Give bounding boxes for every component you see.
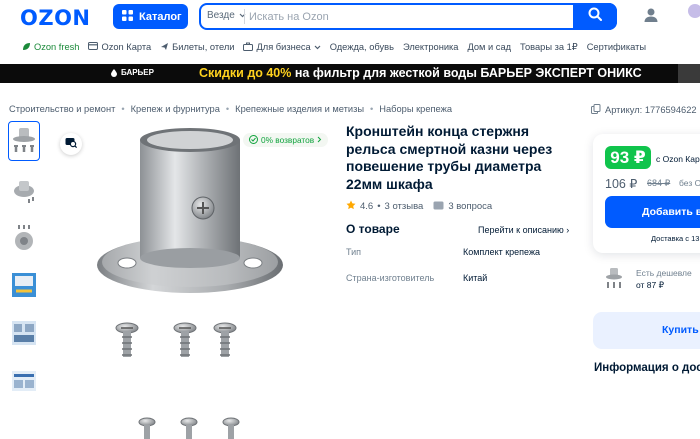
nav-item-clothes[interactable]: Одежда, обувь	[330, 39, 394, 55]
breadcrumb-item[interactable]: Наборы крепежа	[379, 104, 452, 114]
briefcase-icon	[243, 42, 254, 53]
search-scope-select[interactable]: Везде	[207, 10, 246, 21]
questions-count[interactable]: 3 вопроса	[448, 201, 492, 212]
nav-item-one-ruble[interactable]: Товары за 1₽	[520, 39, 578, 55]
thumbnail-item[interactable]	[8, 169, 40, 209]
breadcrumb: Строительство и ремонт • Крепеж и фурнит…	[9, 104, 452, 114]
breadcrumb-separator: •	[121, 104, 125, 114]
delivery-info: Доставка с 13	[651, 234, 700, 243]
spec-value[interactable]: Китай	[463, 273, 487, 283]
nav-item-certificates[interactable]: Сертификаты	[587, 39, 646, 55]
avatar[interactable]	[688, 4, 700, 18]
regular-price: 106 ₽	[605, 177, 638, 191]
top-nav: Ozon fresh Ozon Карта Билеты, отели Для …	[22, 39, 646, 55]
banner-rest-text: на фильтр для жесткой воды БАРЬЕР ЭКСПЕР…	[294, 66, 642, 80]
product-main-image[interactable]	[95, 120, 295, 439]
rating-value: 4.6	[360, 201, 374, 212]
banner-product-image	[678, 64, 700, 83]
chevron-down-icon	[314, 42, 321, 52]
go-to-description-link[interactable]: Перейти к описанию ›	[478, 225, 569, 235]
breadcrumb-item[interactable]: Крепежные изделия и метизы	[235, 104, 364, 114]
thumbnail-item[interactable]	[8, 217, 40, 257]
breadcrumb-item[interactable]: Крепеж и фурнитура	[131, 104, 220, 114]
card-price-label: с Ozon Кар	[656, 154, 700, 164]
cheaper-label: Есть дешевле	[636, 268, 692, 278]
card-icon	[88, 42, 99, 52]
barrier-logo: БАРЬЕР	[110, 68, 154, 77]
thumbnail-item[interactable]	[8, 121, 40, 161]
thumbnail-list	[8, 121, 42, 409]
about-link-label: Перейти к описанию	[478, 225, 564, 235]
banner-accent-text: Скидки до 40%	[199, 66, 292, 80]
spec-name: Страна-изготовитель	[346, 273, 435, 283]
banner-brand: БАРЬЕР	[121, 68, 154, 77]
user-icon[interactable]	[642, 6, 660, 24]
search-input[interactable]	[249, 8, 569, 26]
camera-search-icon	[65, 135, 78, 153]
catalog-button[interactable]: Каталог	[113, 4, 188, 29]
breadcrumb-separator: •	[370, 104, 374, 114]
nav-item-label: Ozon Карта	[101, 42, 152, 52]
buy-now-label: Купить в	[662, 324, 700, 336]
spec-value[interactable]: Комплект крепежа	[463, 247, 540, 257]
star-icon	[346, 200, 356, 213]
price-card: 93 ₽ с Ozon Кар 106 ₽ 684 ₽ без Ozon Доб…	[593, 134, 700, 253]
chevron-right-icon: ›	[566, 225, 570, 235]
add-to-cart-button[interactable]: Добавить в к	[605, 196, 700, 228]
ozon-logo[interactable]: OZON	[20, 6, 91, 30]
plane-icon	[160, 42, 169, 53]
rating-row[interactable]: 4.6 • 3 отзыва 3 вопроса	[346, 200, 492, 213]
search-divider	[244, 9, 245, 24]
thumbnail-item[interactable]	[8, 361, 40, 401]
cheaper-value[interactable]: от 87 ₽	[636, 280, 664, 291]
spec-name: Тип	[346, 247, 362, 257]
nav-item-business[interactable]: Для бизнеса	[243, 39, 321, 55]
delivery-info-title: Информация о дос	[594, 362, 700, 374]
nav-item-label: Ozon fresh	[34, 42, 80, 52]
search-icon	[588, 7, 602, 26]
search-bar: Везде	[199, 3, 617, 30]
nav-item-ozon-fresh[interactable]: Ozon fresh	[22, 39, 79, 55]
card-price: 93 ₽	[605, 146, 651, 169]
old-price: 684 ₽	[647, 178, 671, 188]
drop-icon	[111, 68, 117, 77]
about-title: О товаре	[346, 222, 400, 236]
question-icon	[433, 201, 444, 213]
copy-icon	[591, 104, 601, 116]
promo-banner[interactable]: БАРЬЕР Скидки до 40% на фильтр для жестк…	[0, 64, 700, 83]
leaf-icon	[22, 42, 31, 53]
header: OZON Каталог Везде	[0, 0, 700, 34]
nav-item-label: Для бизнеса	[256, 42, 311, 52]
no-card-label: без Ozon	[679, 178, 700, 188]
chevron-right-icon	[317, 135, 322, 145]
grid-icon	[122, 9, 133, 24]
rating-separator: •	[377, 201, 381, 212]
nav-item-electronics[interactable]: Электроника	[403, 39, 459, 55]
product-title: Кронштейн конца стержня рельса смертной …	[346, 123, 553, 192]
article-number[interactable]: Артикул: 1776594622	[591, 104, 700, 116]
search-button[interactable]	[573, 3, 617, 30]
thumbnail-item[interactable]	[8, 313, 40, 353]
nav-item-ozon-card[interactable]: Ozon Карта	[88, 39, 151, 55]
cheaper-product-thumbnail[interactable]	[604, 266, 624, 292]
reviews-count[interactable]: 3 отзыва	[385, 201, 424, 212]
catalog-label: Каталог	[139, 10, 182, 23]
image-search-button[interactable]	[60, 133, 82, 155]
thumbnail-item[interactable]	[8, 265, 40, 305]
banner-text: Скидки до 40% на фильтр для жесткой воды…	[199, 66, 642, 80]
nav-item-tickets[interactable]: Билеты, отели	[160, 39, 234, 55]
buy-now-button[interactable]: Купить в	[593, 312, 700, 349]
breadcrumb-separator: •	[225, 104, 230, 114]
breadcrumb-item[interactable]: Строительство и ремонт	[9, 104, 115, 114]
nav-item-home-garden[interactable]: Дом и сад	[467, 39, 511, 55]
nav-item-label: Билеты, отели	[172, 42, 235, 52]
article-text: Артикул: 1776594622	[605, 105, 697, 115]
search-scope-label: Везде	[207, 10, 235, 21]
